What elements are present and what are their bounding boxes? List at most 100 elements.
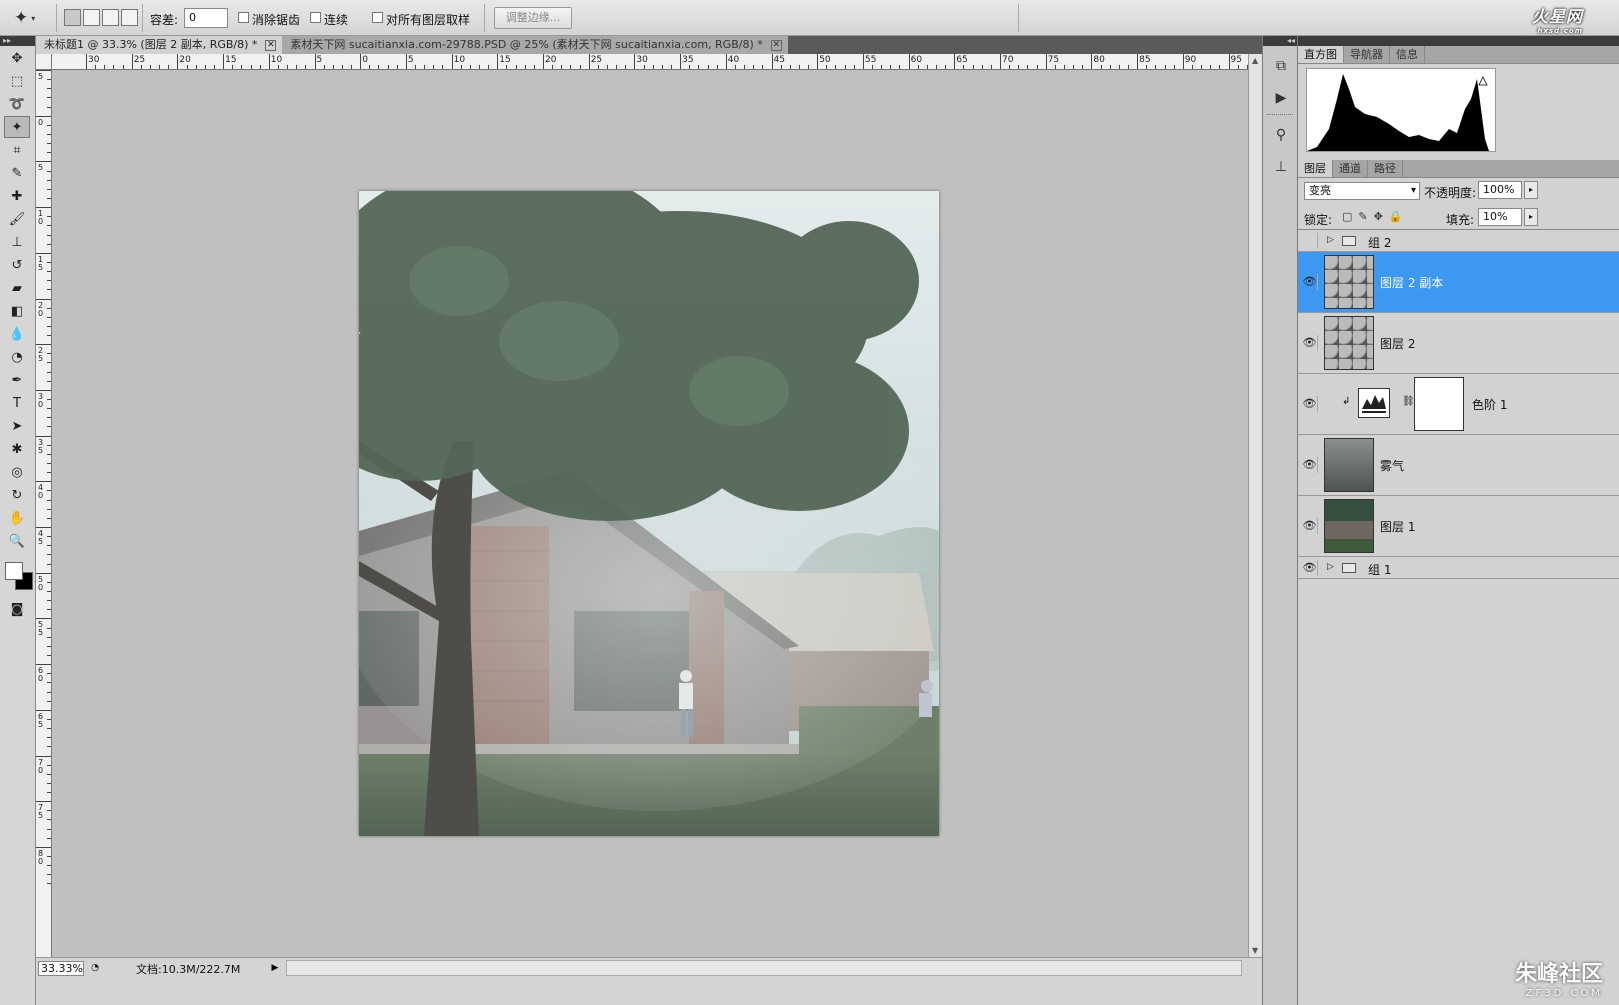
brushes-panel-icon[interactable]: ⚲ — [1269, 123, 1293, 147]
3d-orbit-tool-icon[interactable]: ↻ — [4, 484, 30, 506]
document-tab-2[interactable]: 素材天下网 sucaitianxia.com-29788.PSD @ 25% (… — [282, 36, 788, 54]
eye-icon[interactable]: 👁 — [1302, 518, 1318, 534]
new-selection-icon[interactable] — [64, 9, 81, 26]
path-selection-tool-icon[interactable]: ➤ — [4, 415, 30, 437]
shape-tool-icon[interactable]: ✱ — [4, 438, 30, 460]
ruler-minor-tick — [47, 170, 51, 172]
tab-histogram[interactable]: 直方图 — [1298, 46, 1344, 63]
magic-wand-tool-preset-icon[interactable]: ✦ ▾ — [14, 6, 48, 30]
document-canvas-image[interactable] — [359, 191, 939, 836]
ruler-corner[interactable] — [36, 54, 52, 70]
eye-icon[interactable]: 👁 — [1302, 560, 1318, 576]
tab-channels[interactable]: 通道 — [1333, 160, 1368, 177]
dodge-tool-icon[interactable]: ◔ — [4, 346, 30, 368]
zoom-tool-icon[interactable]: 🔍 — [4, 530, 30, 552]
ruler-tick — [497, 54, 499, 69]
scroll-down-icon[interactable]: ▼ — [1252, 946, 1258, 955]
ruler-minor-tick — [47, 426, 51, 428]
ruler-minor-tick — [1027, 65, 1029, 69]
clone-source-panel-icon[interactable]: ⊥ — [1269, 155, 1293, 179]
ruler-label: 40 — [727, 55, 740, 65]
eye-icon[interactable]: 👁 — [1302, 335, 1318, 351]
visibility-toggle-empty[interactable] — [1302, 233, 1318, 249]
ruler-label: 0 — [362, 55, 368, 65]
eyedropper-tool-icon[interactable]: ✎ — [4, 162, 30, 184]
actions-panel-icon[interactable]: ▶ — [1269, 86, 1293, 110]
clone-stamp-tool-icon[interactable]: ⊥ — [4, 231, 30, 253]
chain-link-icon[interactable]: ⛓ — [1402, 396, 1415, 407]
lock-transparent-icon[interactable]: ▢ — [1342, 210, 1352, 223]
lock-image-icon[interactable]: ✎ — [1358, 210, 1367, 223]
type-tool-icon[interactable]: T — [4, 392, 30, 414]
refine-edge-button[interactable]: 调整边缘... — [494, 7, 572, 29]
add-to-selection-icon[interactable] — [83, 9, 100, 26]
opacity-slider-arrow-icon[interactable]: ▸ — [1524, 181, 1538, 199]
magic-wand-tool-icon[interactable]: ✦ — [4, 116, 30, 138]
paint-bucket-tool-icon[interactable]: ◧ — [4, 300, 30, 322]
lock-position-icon[interactable]: ✥ — [1374, 210, 1383, 223]
horizontal-scrollbar[interactable] — [286, 960, 1242, 976]
intersect-selection-icon[interactable] — [121, 9, 138, 26]
dock-collapse-grip[interactable]: ◂◂ — [1263, 36, 1297, 46]
layer-row-layer-2[interactable]: 👁 图层 2 — [1298, 313, 1619, 374]
fill-slider-arrow-icon[interactable]: ▸ — [1524, 208, 1538, 226]
quick-mask-icon[interactable]: ◙ — [4, 598, 30, 620]
tolerance-input[interactable]: 0 — [184, 8, 228, 28]
expand-triangle-icon[interactable]: ▷ — [1327, 562, 1334, 572]
scroll-up-icon[interactable]: ▲ — [1252, 56, 1258, 65]
layer-row-layer-1[interactable]: 👁 图层 1 — [1298, 496, 1619, 557]
layer-row-levels-1[interactable]: 👁 ↲ ⛓ 色阶 1 — [1298, 374, 1619, 435]
healing-brush-tool-icon[interactable]: ✚ — [4, 185, 30, 207]
vertical-scrollbar[interactable]: ▲ ▼ — [1248, 54, 1262, 957]
3d-rotate-tool-icon[interactable]: ◎ — [4, 461, 30, 483]
ruler-label: 0 — [38, 117, 44, 127]
eye-icon[interactable]: 👁 — [1302, 457, 1318, 473]
tab-layers[interactable]: 图层 — [1298, 160, 1333, 177]
separator — [56, 4, 57, 32]
sample-all-layers-checkbox[interactable] — [372, 12, 383, 23]
blur-tool-icon[interactable]: 💧 — [4, 323, 30, 345]
move-tool-icon[interactable]: ✥ — [4, 47, 30, 69]
close-icon[interactable]: ✕ — [770, 39, 782, 51]
layer-row-layer-2-copy[interactable]: 👁 图层 2 副本 — [1298, 252, 1619, 313]
vertical-ruler[interactable]: 5 0 5 10 15 20 25 30 35 40 45 50 55 60 65 70 75 80 — [36, 70, 52, 957]
zoom-level-field[interactable]: 33.33% — [38, 961, 84, 976]
horizontal-ruler[interactable]: 30 25 20 15 10 5 0 5 10 15 20 25 30 35 40 45 50 55 60 65 70 7… — [52, 54, 1248, 70]
pen-tool-icon[interactable]: ✒ — [4, 369, 30, 391]
layer-row-group-2[interactable]: ▷ 组 2 — [1298, 230, 1619, 252]
crop-tool-icon[interactable]: ⌗ — [4, 139, 30, 161]
contiguous-checkbox[interactable] — [310, 12, 321, 23]
antialias-checkbox[interactable] — [238, 12, 249, 23]
ruler-minor-tick — [899, 65, 901, 69]
foreground-color-swatch[interactable] — [5, 562, 23, 580]
tab-navigator[interactable]: 导航器 — [1344, 46, 1390, 63]
fill-input[interactable]: 10% — [1478, 208, 1522, 226]
eye-icon[interactable]: 👁 — [1302, 274, 1318, 290]
marquee-tool-icon[interactable]: ⬚ — [4, 70, 30, 92]
ruler-minor-tick — [853, 65, 855, 69]
status-menu-arrow-icon[interactable]: ▶ — [268, 960, 282, 976]
panels-grip[interactable] — [1298, 36, 1619, 46]
tab-info[interactable]: 信息 — [1390, 46, 1425, 63]
opacity-input[interactable]: 100% — [1478, 181, 1522, 199]
lasso-tool-icon[interactable]: ➰ — [4, 93, 30, 115]
history-brush-tool-icon[interactable]: ↺ — [4, 254, 30, 276]
layer-mask-thumbnail[interactable] — [1414, 377, 1464, 431]
tab-paths[interactable]: 路径 — [1368, 160, 1403, 177]
subtract-from-selection-icon[interactable] — [102, 9, 119, 26]
status-info-icon[interactable]: ◔ — [88, 960, 102, 976]
layer-row-fog[interactable]: 👁 雾气 — [1298, 435, 1619, 496]
hand-tool-icon[interactable]: ✋ — [4, 507, 30, 529]
document-tab-1[interactable]: 未标题1 @ 33.3% (图层 2 副本, RGB/8) * ✕ — [36, 36, 283, 54]
eraser-tool-icon[interactable]: ▰ — [4, 277, 30, 299]
toolbox-grip[interactable]: ▸▸ — [0, 36, 35, 46]
ruler-tick — [36, 115, 51, 117]
layer-row-group-1[interactable]: 👁 ▷ 组 1 — [1298, 557, 1619, 579]
close-icon[interactable]: ✕ — [265, 39, 277, 51]
lock-all-icon[interactable]: 🔒 — [1389, 210, 1403, 223]
blend-mode-select[interactable]: 变亮 — [1304, 182, 1420, 200]
expand-triangle-icon[interactable]: ▷ — [1327, 235, 1334, 245]
history-panel-icon[interactable]: ⧉ — [1269, 54, 1293, 78]
eye-icon[interactable]: 👁 — [1302, 396, 1318, 412]
brush-tool-icon[interactable]: 🖌 — [4, 208, 30, 230]
